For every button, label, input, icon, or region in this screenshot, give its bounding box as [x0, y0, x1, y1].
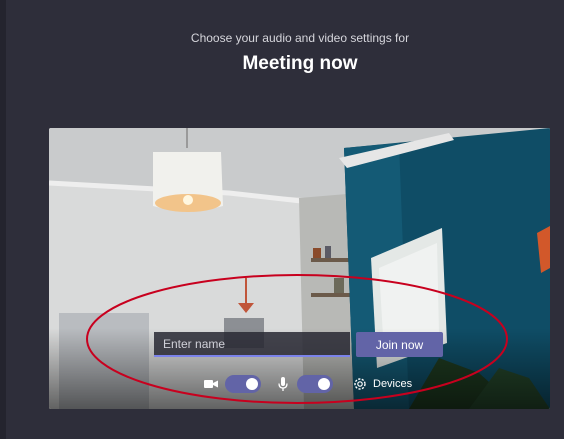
meeting-title: Meeting now — [242, 53, 358, 74]
gear-icon — [354, 378, 366, 390]
microphone-control — [275, 375, 333, 393]
name-input[interactable] — [154, 332, 350, 357]
devices-button[interactable]: Devices — [352, 375, 412, 393]
video-preview: Join now Devices — [49, 128, 550, 409]
camera-control — [203, 375, 261, 393]
microphone-toggle-knob — [318, 378, 330, 390]
join-now-button[interactable]: Join now — [356, 332, 443, 357]
microphone-toggle[interactable] — [297, 375, 333, 393]
devices-label: Devices — [373, 378, 413, 390]
camera-toggle-knob — [246, 378, 258, 390]
camera-icon — [204, 380, 218, 388]
camera-toggle[interactable] — [225, 375, 261, 393]
settings-subtitle: Choose your audio and video settings for — [190, 31, 410, 45]
microphone-icon — [278, 377, 288, 391]
